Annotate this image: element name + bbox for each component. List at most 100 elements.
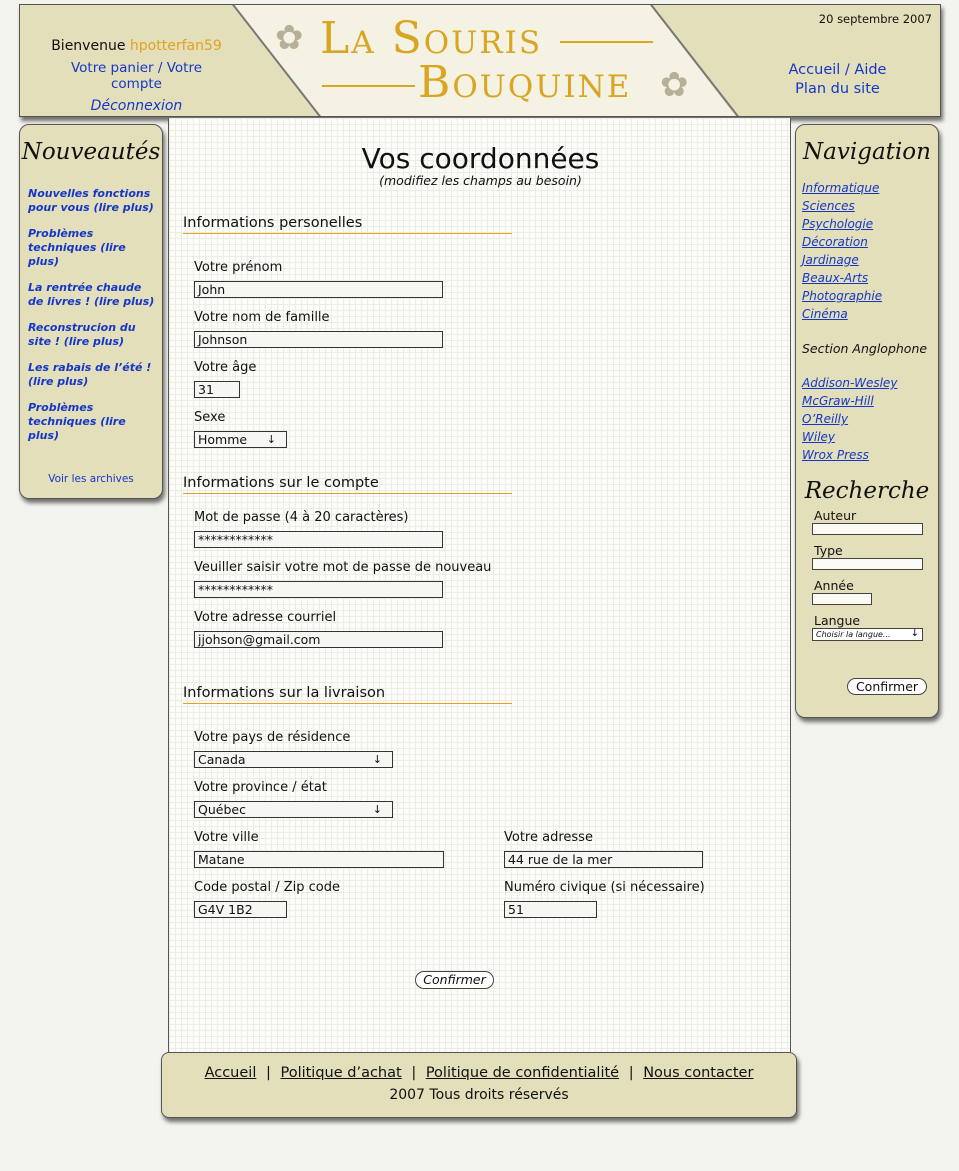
footer-separator: |	[265, 1065, 271, 1081]
language-placeholder: Choisir la langue...	[816, 630, 891, 639]
author-input[interactable]	[812, 523, 923, 535]
password-input[interactable]: ************	[194, 531, 443, 548]
cart-link[interactable]: Votre panier	[71, 60, 154, 76]
publisher-link[interactable]: Wiley	[802, 430, 835, 444]
last-name-label: Votre nom de famille	[194, 310, 330, 325]
category-link[interactable]: Sciences	[802, 199, 855, 213]
postal-code-label: Code postal / Zip code	[194, 880, 340, 895]
welcome-block: Bienvenue hpotterfan59 Votre panier / Vo…	[50, 38, 223, 114]
personal-info-heading: Informations personelles	[183, 215, 512, 234]
news-item[interactable]: Problèmes techniques (lire plus)	[28, 401, 158, 443]
publisher-link[interactable]: O’Reilly	[802, 412, 848, 426]
password-label: Mot de passe (4 à 20 caractères)	[194, 510, 409, 525]
category-link[interactable]: Beaux-Arts	[802, 271, 868, 285]
category-link[interactable]: Jardinage	[802, 253, 859, 267]
news-item[interactable]: Problèmes techniques (lire plus)	[28, 227, 158, 269]
province-select[interactable]: Québec ↓	[194, 801, 393, 818]
civic-number-label: Numéro civique (si nécessaire)	[504, 880, 705, 895]
flower-icon: ✿	[660, 65, 689, 105]
logout-link[interactable]: Déconnexion	[50, 98, 223, 114]
category-link[interactable]: Informatique	[802, 181, 879, 195]
footer-links: Accueil | Politique d’achat | Politique …	[162, 1065, 796, 1081]
civic-number-input[interactable]: 51	[504, 901, 597, 918]
address-label: Votre adresse	[504, 830, 593, 845]
password-confirm-input[interactable]: ************	[194, 581, 443, 598]
age-input[interactable]: 31	[194, 381, 240, 398]
down-arrow-icon: ↓	[266, 433, 276, 446]
language-select[interactable]: Choisir la langue... ↓	[812, 628, 923, 641]
last-name-input[interactable]: Johnson	[194, 331, 443, 348]
logo-rule-bottom	[322, 85, 415, 87]
year-input[interactable]	[812, 593, 872, 605]
header-nav: Accueil / Aide Plan du site	[760, 61, 915, 99]
postal-code-input[interactable]: G4V 1B2	[194, 901, 287, 918]
news-item[interactable]: Reconstrucion du site ! (lire plus)	[28, 321, 158, 349]
type-label: Type	[814, 543, 843, 558]
category-link[interactable]: Psychologie	[802, 217, 873, 231]
sex-select[interactable]: Homme ↓	[194, 431, 287, 448]
age-label: Votre âge	[194, 360, 257, 375]
category-link[interactable]: Cinéma	[802, 307, 848, 321]
site-header: ✿ La Souris Bouquine ✿ Bienvenue hpotter…	[19, 4, 941, 117]
confirm-button[interactable]: Confirmer	[415, 971, 494, 989]
link-separator: /	[844, 62, 850, 78]
current-date: 20 septembre 2007	[818, 12, 932, 26]
logo-line-2[interactable]: Bouquine	[418, 55, 631, 111]
copyright: 2007 Tous droits réservés	[389, 1087, 569, 1103]
site-footer: Accueil | Politique d’achat | Politique …	[161, 1052, 797, 1118]
page-title: Vos coordonnées	[361, 142, 600, 175]
news-list: Nouvelles fonctions pour vous (lire plus…	[20, 187, 162, 443]
category-list: Informatique Sciences Psychologie Décora…	[796, 179, 938, 323]
city-input[interactable]: Matane	[194, 851, 444, 868]
news-title: Nouveautés	[21, 139, 161, 165]
email-label: Votre adresse courriel	[194, 610, 337, 625]
sex-value: Homme	[198, 432, 248, 447]
news-item[interactable]: Nouvelles fonctions pour vous (lire plus…	[28, 187, 158, 215]
footer-purchase-policy-link[interactable]: Politique d’achat	[280, 1065, 401, 1081]
year-label: Année	[814, 578, 854, 593]
footer-separator: |	[411, 1065, 417, 1081]
main-content: Vos coordonnées (modifiez les champs au …	[168, 118, 791, 1054]
city-label: Votre ville	[194, 830, 259, 845]
publisher-link[interactable]: Wrox Press	[802, 448, 869, 462]
news-item[interactable]: Les rabais de l’été ! (lire plus)	[28, 361, 158, 389]
link-separator: /	[157, 60, 163, 76]
category-link[interactable]: Décoration	[802, 235, 868, 249]
footer-privacy-policy-link[interactable]: Politique de confidentialité	[426, 1065, 619, 1081]
password-confirm-label: Veuiller saisir votre mot de passe de no…	[194, 560, 492, 575]
publisher-list: Addison-Wesley McGraw-Hill O’Reilly Wile…	[796, 374, 938, 464]
navigation-sidebar: Navigation Informatique Sciences Psychol…	[795, 124, 939, 718]
home-link[interactable]: Accueil	[789, 62, 841, 78]
username: hpotterfan59	[129, 38, 222, 54]
type-input[interactable]	[812, 558, 923, 570]
province-label: Votre province / état	[194, 780, 327, 795]
flower-icon: ✿	[275, 18, 304, 58]
search-title: Recherche	[804, 478, 930, 504]
address-input[interactable]: 44 rue de la mer	[504, 851, 703, 868]
navigation-title: Navigation	[803, 139, 931, 165]
delivery-info-heading: Informations sur la livraison	[183, 685, 512, 704]
sex-label: Sexe	[194, 410, 226, 425]
country-select[interactable]: Canada ↓	[194, 751, 393, 768]
footer-home-link[interactable]: Accueil	[205, 1065, 257, 1081]
country-label: Votre pays de résidence	[194, 730, 351, 745]
down-arrow-icon: ↓	[910, 628, 919, 639]
publisher-link[interactable]: McGraw-Hill	[802, 394, 874, 408]
publisher-link[interactable]: Addison-Wesley	[802, 376, 897, 390]
province-value: Québec	[198, 802, 246, 817]
email-input[interactable]: jjohson@gmail.com	[194, 631, 443, 648]
category-link[interactable]: Photographie	[802, 289, 882, 303]
first-name-input[interactable]: John	[194, 281, 443, 298]
first-name-label: Votre prénom	[194, 260, 283, 275]
down-arrow-icon: ↓	[372, 803, 382, 816]
footer-contact-link[interactable]: Nous contacter	[643, 1065, 753, 1081]
sitemap-link[interactable]: Plan du site	[760, 80, 915, 99]
news-sidebar: Nouveautés Nouvelles fonctions pour vous…	[19, 124, 163, 499]
help-link[interactable]: Aide	[854, 62, 886, 78]
news-item[interactable]: La rentrée chaude de livres ! (lire plus…	[28, 281, 158, 309]
archives-link[interactable]: Voir les archives	[20, 473, 162, 485]
search-submit-button[interactable]: Confirmer	[847, 678, 927, 695]
anglophone-section-title: Section Anglophone	[802, 341, 928, 356]
account-info-heading: Informations sur le compte	[183, 475, 512, 494]
page-subtitle: (modifiez les champs au besoin)	[379, 173, 582, 188]
